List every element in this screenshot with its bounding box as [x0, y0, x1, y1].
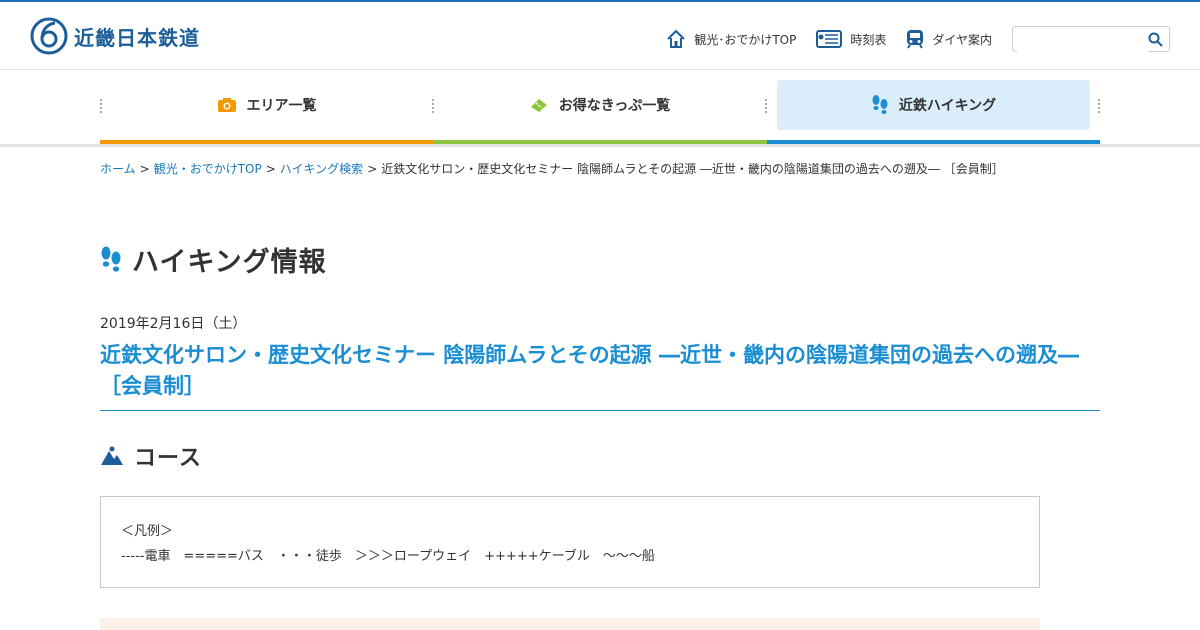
legend-box: ＜凡例＞ -----電車 =====バス ・・・徒歩 ＞＞＞ロープウェイ +++…	[100, 496, 1040, 588]
course-title: コース	[134, 446, 202, 471]
main-nav: エリア一覧 お得なきっぷ一覧 近鉄ハイキング	[100, 80, 1100, 144]
utility-nav: 観光･おでかけTOP 時刻表 ダイヤ案内	[666, 26, 1170, 52]
footprints-icon	[101, 246, 121, 272]
breadcrumb-link-home[interactable]: ホーム	[100, 162, 136, 176]
brand-name: 近畿日本鉄道	[74, 25, 200, 50]
ticket-icon	[530, 99, 547, 112]
breadcrumb-separator: >	[367, 162, 378, 176]
tab-label: 近鉄ハイキング	[898, 98, 997, 114]
legend-line: -----電車 =====バス ・・・徒歩 ＞＞＞ロープウェイ +++++ケーブ…	[121, 549, 655, 564]
breadcrumb-link-sightseeing-top[interactable]: 観光・おでかけTOP	[154, 162, 262, 176]
search-icon[interactable]	[1148, 32, 1163, 47]
tab-area-list[interactable]: エリア一覧	[110, 80, 423, 130]
page-title: ハイキング情報	[132, 247, 327, 278]
nav-separator	[432, 99, 436, 113]
breadcrumb-separator: >	[265, 162, 276, 176]
nav-separator	[765, 99, 769, 113]
logo[interactable]: 近畿日本鉄道	[30, 17, 200, 55]
tab-kintetsu-hiking[interactable]: 近鉄ハイキング	[777, 80, 1090, 130]
course-detail-box	[100, 618, 1040, 630]
util-link-timetable[interactable]: 時刻表	[816, 30, 886, 48]
event-title: 近鉄文化サロン・歴史文化セミナー 陰陽師ムラとその起源 ―近世・畿内の陰陽道集団…	[100, 340, 1100, 411]
tab-label: エリア一覧	[246, 98, 317, 114]
course-heading: コース	[100, 440, 202, 472]
train-icon	[907, 30, 924, 49]
tab-ticket-list[interactable]: お得なきっぷ一覧	[443, 80, 756, 130]
util-link-label: ダイヤ案内	[932, 32, 992, 47]
tab-label: お得なきっぷ一覧	[558, 98, 671, 114]
kintetsu-logo-icon	[30, 17, 68, 55]
home-icon	[667, 29, 686, 48]
page-heading: ハイキング情報	[100, 240, 327, 279]
breadcrumb-separator: >	[139, 162, 150, 176]
nav-separator	[1098, 99, 1102, 113]
search-input[interactable]	[1017, 28, 1149, 52]
search-box	[1012, 26, 1170, 52]
breadcrumb-link-hiking-search[interactable]: ハイキング検索	[280, 162, 363, 176]
timetable-icon	[816, 30, 843, 48]
util-link-sightseeing-top[interactable]: 観光･おでかけTOP	[666, 29, 796, 49]
breadcrumb-current: 近鉄文化サロン・歴史文化セミナー 陰陽師ムラとその起源 ―近世・畿内の陰陽道集団…	[381, 162, 1004, 176]
breadcrumb: ホーム > 観光・おでかけTOP > ハイキング検索 > 近鉄文化サロン・歴史文化セミナー …	[100, 160, 1004, 177]
event-date: 2019年2月16日（土）	[100, 316, 247, 332]
mountain-walker-icon	[101, 446, 123, 465]
nav-divider	[0, 144, 1200, 147]
util-link-label: 観光･おでかけTOP	[694, 32, 797, 47]
legend-title: ＜凡例＞	[121, 524, 174, 539]
util-link-label: 時刻表	[850, 32, 887, 47]
util-link-diagram[interactable]: ダイヤ案内	[906, 29, 992, 49]
site-header: 近畿日本鉄道 観光･おでかけTOP 時刻表 ダイヤ案内	[0, 2, 1200, 70]
nav-separator	[100, 99, 104, 113]
footprints-icon	[872, 95, 888, 114]
camera-icon	[217, 98, 236, 112]
